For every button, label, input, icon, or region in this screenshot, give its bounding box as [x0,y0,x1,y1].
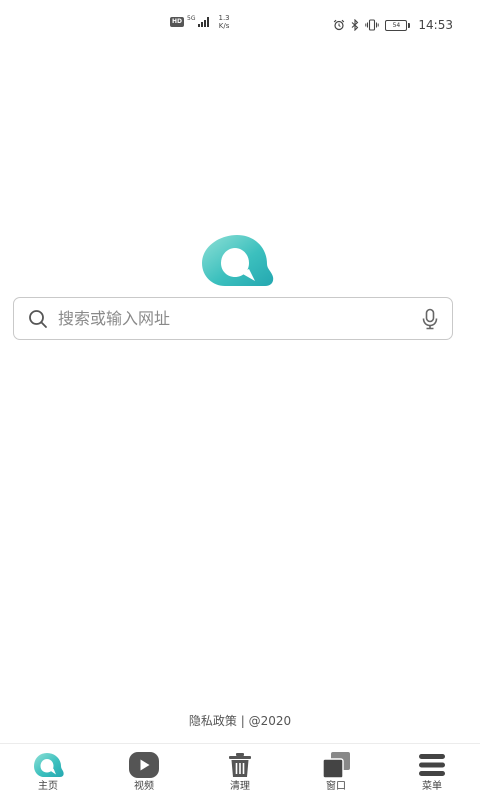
nav-item-menu[interactable]: 菜单 [384,744,480,801]
alarm-icon [334,19,345,31]
microphone-icon[interactable] [420,308,440,330]
nav-label-windows: 窗口 [326,781,346,792]
battery-cap [408,22,411,28]
privacy-policy-link[interactable]: 隐私政策 | @2020 [0,712,480,729]
vibrate-icon [365,19,380,31]
nav-label-video: 视频 [134,781,154,792]
signal-icon [198,17,210,27]
bottom-nav: 主页 视频 清理 窗口 菜单 [0,743,480,801]
search-bar[interactable] [13,297,453,340]
hd-icon: HD [170,17,185,27]
nav-item-clean[interactable]: 清理 [192,744,288,801]
nav-item-windows[interactable]: 窗口 [288,744,384,801]
nav-label-clean: 清理 [230,781,250,792]
network-speed-value: 1.3 [218,14,230,22]
battery-level: 54 [385,19,408,31]
network-speed-unit: K/s [218,22,230,30]
network-speed: 1.3 K/s [218,14,229,30]
nav-item-home[interactable]: 主页 [0,744,96,801]
clock: 14:53 [418,18,453,32]
nav-label-home: 主页 [38,781,58,792]
menu-icon [419,754,445,776]
network-generation: 5G [187,14,196,22]
status-bar-left: HD 5G 1.3 K/s [170,14,230,30]
battery-icon: 54 [385,19,411,31]
status-bar: HD 5G 1.3 K/s 54 14:53 [0,14,480,38]
status-bar-right: 54 14:53 [333,18,453,32]
windows-icon [322,752,350,779]
trash-icon [229,753,251,777]
search-icon[interactable] [28,309,48,329]
browser-logo-icon [202,235,274,286]
bluetooth-icon [352,19,359,31]
nav-item-video[interactable]: 视频 [96,744,192,801]
nav-label-menu: 菜单 [422,781,442,792]
video-play-icon [129,752,159,778]
home-logo-icon [34,753,64,777]
search-input[interactable] [58,303,420,334]
